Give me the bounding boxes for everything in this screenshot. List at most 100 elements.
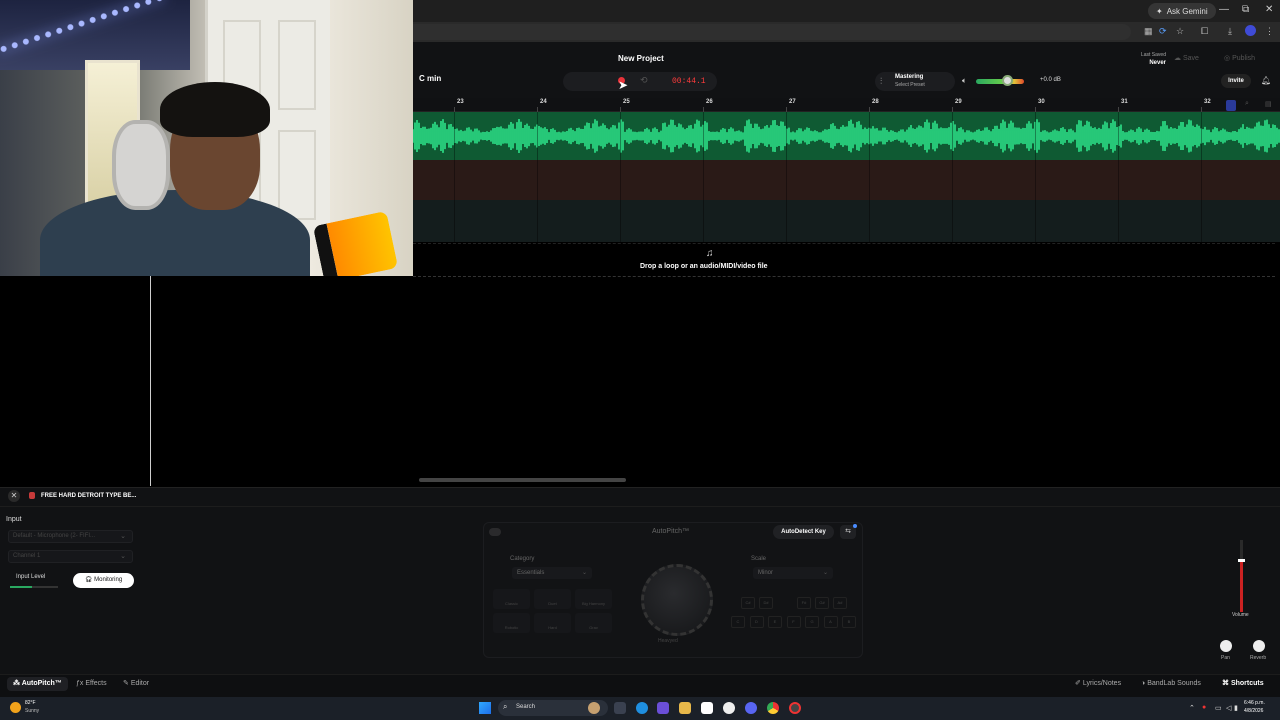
sun-icon[interactable] xyxy=(10,702,21,713)
task-view-icon[interactable] xyxy=(614,702,626,714)
search-label: Search xyxy=(516,704,536,710)
lyrics-notes-button[interactable]: ✐ Lyrics/Notes xyxy=(1075,677,1121,691)
scale-select[interactable]: Minor ⌄ xyxy=(753,567,833,579)
note-key-dsharp[interactable]: D# xyxy=(759,597,773,609)
category-label: Category xyxy=(510,556,535,562)
discord-icon[interactable] xyxy=(745,702,757,714)
scale-value: Minor xyxy=(758,570,774,576)
horizontal-scrollbar[interactable] xyxy=(419,478,626,482)
menu-icon[interactable]: ⋮ xyxy=(1265,26,1274,37)
obs-icon[interactable] xyxy=(789,702,801,714)
input-device-select[interactable]: Default - Microphone (2- FIFI... ⌄ xyxy=(8,530,133,543)
magnet-icon[interactable] xyxy=(1226,100,1236,111)
category-select[interactable]: Essentials ⌄ xyxy=(512,567,592,579)
note-key-d[interactable]: D xyxy=(749,616,764,628)
app-icon[interactable] xyxy=(723,702,735,714)
download-icon[interactable]: ⤓ xyxy=(1228,26,1232,37)
pencil-icon: ✎ xyxy=(123,680,131,687)
audio-track-region[interactable] xyxy=(413,112,1280,160)
close-window-button[interactable]: ✕ xyxy=(1265,4,1273,15)
master-volume-slider[interactable] xyxy=(976,79,1024,84)
windows-start-icon[interactable] xyxy=(479,702,491,714)
style-option-hard[interactable]: Hard xyxy=(534,613,571,633)
publish-button[interactable]: ◎ Publish xyxy=(1224,54,1255,62)
channel-value: Channel 1 xyxy=(13,553,41,559)
maximize-button[interactable]: ⧉ xyxy=(1242,4,1249,15)
autodetect-key-button[interactable]: AutoDetect Key xyxy=(773,525,834,539)
autopitch-power-toggle[interactable] xyxy=(489,528,501,536)
store-icon[interactable] xyxy=(701,702,713,714)
bar-gridline xyxy=(1201,112,1202,242)
category-value: Essentials xyxy=(517,570,545,576)
tab-search-icon[interactable]: ▦ xyxy=(1144,26,1153,37)
edge-icon[interactable] xyxy=(636,702,648,714)
note-key-csharp[interactable]: C# xyxy=(741,597,755,609)
channel-select[interactable]: Channel 1 ⌄ xyxy=(8,550,133,563)
playhead[interactable] xyxy=(150,276,151,486)
pan-knob[interactable] xyxy=(1220,640,1232,652)
profile-avatar[interactable] xyxy=(1245,25,1256,36)
note-key-g[interactable]: G xyxy=(805,616,819,628)
monitoring-button[interactable]: 🎧︎ Monitoring xyxy=(73,573,134,588)
command-icon: ⌘ xyxy=(1222,680,1231,687)
note-key-fsharp[interactable]: F# xyxy=(797,597,811,609)
track-lane-3[interactable] xyxy=(413,200,1280,242)
bell-icon[interactable]: 🔔︎ xyxy=(1261,76,1271,85)
copilot-icon[interactable] xyxy=(657,702,669,714)
tab-editor[interactable]: ✎ Editor xyxy=(117,677,155,691)
save-button[interactable]: ☁︎ Save xyxy=(1174,54,1199,62)
mic-icon xyxy=(29,492,35,499)
mic-tray-icon[interactable]: ● xyxy=(1202,704,1206,711)
tab-autopitch[interactable]: ⁂ AutoPitch™ xyxy=(7,677,68,691)
note-key-asharp[interactable]: A# xyxy=(833,597,847,609)
track-lane-2[interactable] xyxy=(413,160,1280,200)
tab-effects[interactable]: ƒx Effects xyxy=(70,677,113,691)
note-key-gsharp[interactable]: G# xyxy=(815,597,829,609)
note-key-e[interactable]: E xyxy=(768,616,782,628)
address-bar[interactable] xyxy=(413,24,1131,40)
grid-icon[interactable]: ▤ xyxy=(1265,100,1272,108)
chrome-icon[interactable] xyxy=(767,702,779,714)
battery-icon[interactable]: ▮ xyxy=(1234,704,1238,712)
lyrics-label: Lyrics/Notes xyxy=(1082,680,1122,687)
pan-label: Pan xyxy=(1221,655,1230,661)
project-title[interactable]: New Project xyxy=(618,54,664,63)
speaker-icon[interactable]: ◁ xyxy=(1226,704,1231,712)
extensions-icon[interactable]: ⧠ xyxy=(1201,26,1208,37)
style-option-classic[interactable]: Classic xyxy=(493,589,530,609)
translate-icon[interactable]: ⟳ xyxy=(1159,26,1167,37)
loop-icon[interactable]: ⟲ xyxy=(640,75,648,86)
note-key-f[interactable]: F xyxy=(786,616,801,628)
bandlab-sounds-button[interactable]: ◑ BandLab Sounds xyxy=(1141,677,1201,691)
chevron-down-icon: ⌄ xyxy=(581,570,587,576)
person-hair xyxy=(160,82,270,137)
note-key-b[interactable]: B xyxy=(842,616,856,628)
display-icon[interactable]: ▭ xyxy=(1215,704,1222,712)
style-option-robotic[interactable]: Robotic xyxy=(493,613,530,633)
file-explorer-icon[interactable] xyxy=(679,702,691,714)
key-button[interactable]: C min xyxy=(419,74,441,83)
close-panel-button[interactable]: ✕ xyxy=(8,490,20,502)
shortcuts-button[interactable]: ⌘ Shortcuts xyxy=(1222,677,1264,691)
autopitch-knob[interactable] xyxy=(641,564,713,636)
style-option-big-harmony[interactable]: Big Harmony xyxy=(575,589,612,609)
reverb-knob[interactable] xyxy=(1253,640,1265,652)
note-key-a[interactable]: A xyxy=(823,616,838,628)
ask-gemini-button[interactable]: ✦ Ask Gemini xyxy=(1148,3,1216,19)
volume-fader-handle[interactable] xyxy=(1238,559,1245,563)
track-name: FREE HARD DETROIT TYPE BE... xyxy=(41,493,137,499)
style-option-duet[interactable]: Duet xyxy=(534,589,571,609)
drop-zone[interactable] xyxy=(413,243,1275,277)
fx-icon: ƒx xyxy=(76,680,86,687)
invite-button[interactable]: Invite xyxy=(1221,74,1251,88)
minimize-button[interactable]: — xyxy=(1219,4,1229,15)
zoom-icon[interactable]: ⌕ xyxy=(1245,100,1249,108)
note-key-c[interactable]: C xyxy=(731,616,745,628)
chevron-up-icon[interactable]: ⌃ xyxy=(1189,704,1195,712)
ruler-bar-number: 25 xyxy=(623,99,630,105)
bar-gridline xyxy=(786,112,787,242)
star-icon[interactable]: ☆ xyxy=(1176,26,1184,37)
bar-gridline xyxy=(454,112,455,242)
style-option-grav[interactable]: Grav xyxy=(575,613,612,633)
speaker-mute-icon[interactable]: 🔈︎ xyxy=(962,76,967,86)
